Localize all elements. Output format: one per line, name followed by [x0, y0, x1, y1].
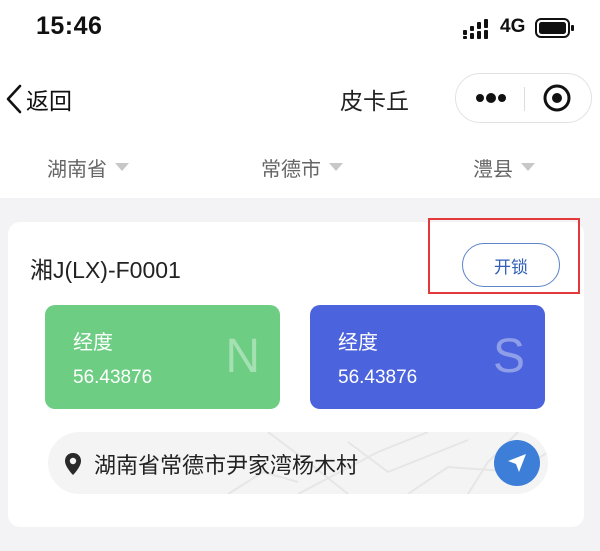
- coordinate-label: 经度: [73, 330, 113, 354]
- location-address: 湖南省常德市尹家湾杨木村: [94, 454, 359, 479]
- chevron-left-icon: [6, 84, 22, 114]
- caret-down-icon: [115, 163, 129, 171]
- mini-program-capsule: [455, 73, 592, 123]
- close-target-icon[interactable]: [525, 74, 592, 122]
- city-label: 常德市: [261, 156, 321, 181]
- location-bar: 湖南省常德市尹家湾杨木村: [48, 432, 548, 494]
- direction-letter: N: [225, 330, 260, 383]
- navigate-icon: [508, 454, 526, 472]
- status-time: 15:46: [36, 12, 103, 40]
- coordinate-value: 56.43876: [73, 367, 153, 388]
- back-label: 返回: [26, 89, 72, 115]
- coordinate-label: 经度: [338, 330, 378, 354]
- navigate-button[interactable]: [494, 440, 540, 486]
- location-pin-icon: [65, 453, 81, 475]
- device-card: 湘J(LX)-F0001 开锁 经度 56.43876 N 经度 56.4387…: [8, 218, 584, 527]
- page-title: 皮卡丘: [340, 89, 409, 115]
- coordinate-tile-n: 经度 56.43876 N: [45, 305, 280, 409]
- plate-number: 湘J(LX)-F0001: [30, 257, 181, 283]
- province-label: 湖南省: [47, 156, 107, 181]
- back-button[interactable]: 返回: [4, 80, 72, 118]
- county-label: 澧县: [473, 156, 513, 181]
- province-select[interactable]: 湖南省: [47, 152, 129, 182]
- unlock-button[interactable]: 开锁: [462, 243, 560, 287]
- navigation-bar: 返回 皮卡丘: [0, 60, 600, 136]
- status-bar: 15:46 4G: [0, 0, 600, 60]
- region-filter-bar: 湖南省 常德市 澧县: [0, 136, 600, 198]
- signal-icon: [463, 19, 488, 39]
- county-select[interactable]: 澧县: [473, 152, 535, 182]
- direction-letter: S: [492, 330, 525, 383]
- caret-down-icon: [521, 163, 535, 171]
- more-dots-icon[interactable]: [456, 74, 524, 122]
- network-type: 4G: [500, 16, 526, 37]
- caret-down-icon: [329, 163, 343, 171]
- city-select[interactable]: 常德市: [261, 152, 343, 182]
- battery-icon: [535, 18, 574, 38]
- coordinate-tile-s: 经度 56.43876 S: [310, 305, 545, 409]
- coordinate-value: 56.43876: [338, 367, 418, 388]
